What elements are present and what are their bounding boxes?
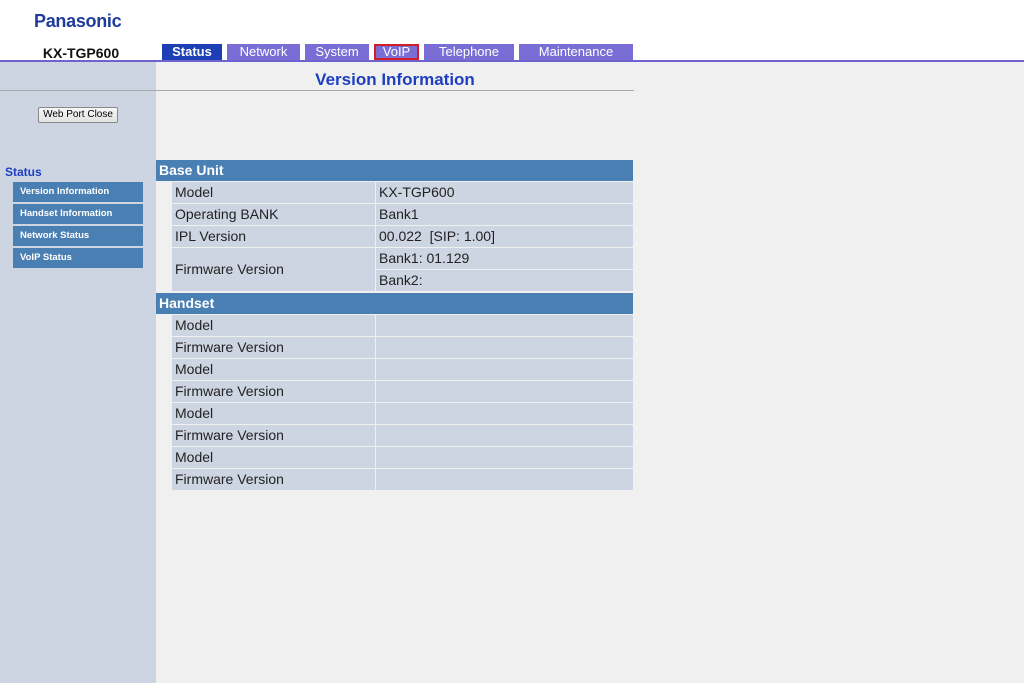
row-label: Firmware Version [172, 425, 375, 446]
row-label: Firmware Version [172, 469, 375, 490]
section-header-handset: Handset [156, 293, 633, 314]
row-value-bank2: Bank2: [376, 270, 633, 291]
row-label: Model [172, 359, 375, 380]
sidebar-menu: Version Information Handset Information … [13, 182, 143, 270]
row-label: Firmware Version [172, 248, 375, 291]
sidebar-item-handset-information[interactable]: Handset Information [13, 204, 143, 224]
row-label: Firmware Version [172, 381, 375, 402]
row-label: Firmware Version [172, 337, 375, 358]
row-value [376, 425, 633, 446]
sidebar: Web Port Close Status Version Informatio… [0, 62, 156, 683]
tab-system[interactable]: System [305, 44, 369, 60]
sidebar-top: Web Port Close [0, 62, 156, 152]
tab-voip[interactable]: VoIP [374, 44, 419, 60]
row-value [376, 469, 633, 490]
page-title: Version Information [315, 70, 475, 89]
tab-network[interactable]: Network [227, 44, 300, 60]
row-value [376, 403, 633, 424]
sidebar-section-title: Status [5, 165, 42, 179]
sidebar-item-network-status[interactable]: Network Status [13, 226, 143, 246]
row-label: Model [172, 315, 375, 336]
page: Panasonic KX-TGP600 Status Network Syste… [0, 0, 1024, 683]
row-value [376, 381, 633, 402]
content-divider [0, 90, 634, 91]
row-label: IPL Version [172, 226, 375, 247]
sidebar-item-voip-status[interactable]: VoIP Status [13, 248, 143, 268]
tab-maintenance[interactable]: Maintenance [519, 44, 633, 60]
section-header-base-unit: Base Unit [156, 160, 633, 181]
row-label: Model [172, 447, 375, 468]
row-value: KX-TGP600 [376, 182, 633, 203]
row-value: 00.022 [SIP: 1.00] [376, 226, 633, 247]
row-label: Model [172, 403, 375, 424]
row-value [376, 359, 633, 380]
row-label: Operating BANK [172, 204, 375, 225]
device-model-label: KX-TGP600 [42, 45, 120, 61]
row-value-bank1: Bank1: 01.129 [376, 248, 633, 269]
row-value [376, 315, 633, 336]
top-nav-tabs: Status Network System VoIP Telephone Mai… [162, 44, 638, 60]
tab-status[interactable]: Status [162, 44, 222, 60]
panasonic-logo: Panasonic [34, 11, 122, 31]
row-value [376, 447, 633, 468]
web-port-close-button[interactable]: Web Port Close [38, 107, 118, 123]
sidebar-item-version-information[interactable]: Version Information [13, 182, 143, 202]
row-value [376, 337, 633, 358]
row-label: Model [172, 182, 375, 203]
row-value: Bank1 [376, 204, 633, 225]
tab-telephone[interactable]: Telephone [424, 44, 514, 60]
